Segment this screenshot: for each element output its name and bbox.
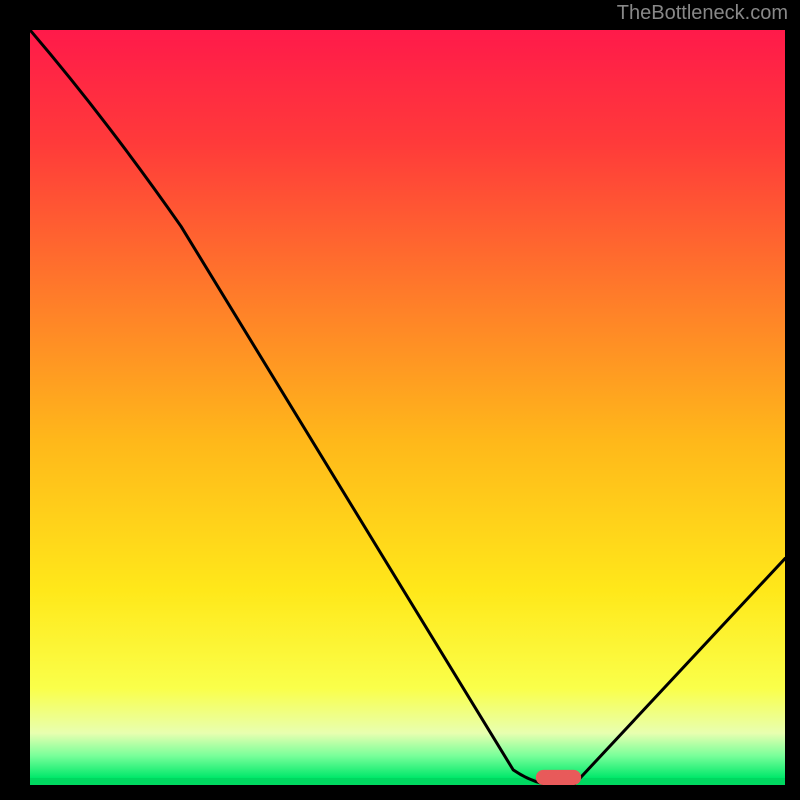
chart-baseline	[30, 778, 785, 785]
chart-svg	[30, 30, 785, 785]
chart-background	[30, 30, 785, 778]
chart-plot-area	[30, 30, 785, 785]
watermark-text: TheBottleneck.com	[617, 2, 788, 25]
optimal-marker	[536, 770, 581, 785]
